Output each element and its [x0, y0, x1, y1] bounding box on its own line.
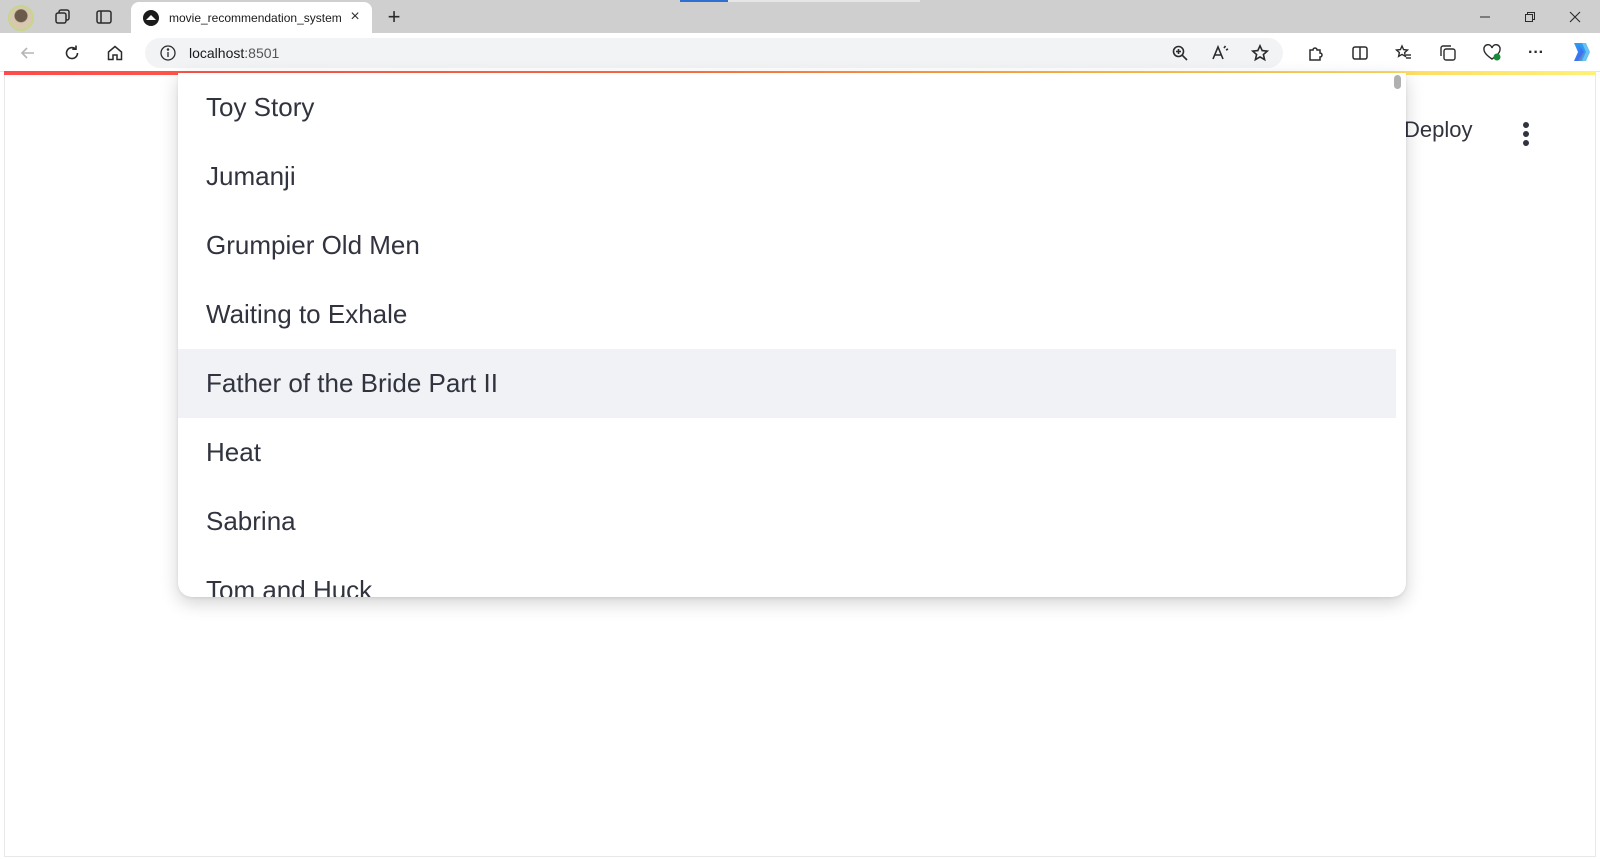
active-tab[interactable]: movie_recommendation_system ×: [131, 2, 372, 33]
close-window-icon[interactable]: [1553, 2, 1597, 32]
tab-strip-accent: [680, 0, 728, 2]
home-icon[interactable]: [103, 41, 127, 65]
reload-icon[interactable]: [60, 41, 84, 65]
browser-essentials-icon[interactable]: [1480, 41, 1504, 65]
dropdown-option[interactable]: Toy Story: [178, 73, 1396, 142]
dropdown-option[interactable]: Waiting to Exhale: [178, 280, 1396, 349]
tab-actions-icon[interactable]: [91, 5, 117, 29]
tab-strip-accent-light: [728, 0, 920, 2]
favorite-star-icon[interactable]: [1249, 42, 1271, 64]
site-info-icon[interactable]: [159, 44, 177, 62]
browser-tab-bar: movie_recommendation_system × +: [0, 0, 1600, 33]
menu-dot: [1523, 140, 1529, 146]
collections-icon[interactable]: [1436, 41, 1460, 65]
profile-avatar[interactable]: [8, 5, 34, 31]
dropdown-option[interactable]: Heat: [178, 418, 1396, 487]
address-bar[interactable]: localhost:8501: [145, 38, 1283, 68]
movie-select-dropdown[interactable]: Toy Story Jumanji Grumpier Old Men Waiti…: [178, 73, 1406, 597]
main-menu-icon[interactable]: [1518, 120, 1534, 148]
address-bar-actions: [1169, 42, 1271, 64]
dropdown-option-highlighted[interactable]: Father of the Bride Part II: [178, 349, 1396, 418]
tab-close-icon[interactable]: ×: [346, 8, 364, 26]
tab-title: movie_recommendation_system: [169, 10, 341, 25]
extensions-icon[interactable]: [1304, 41, 1328, 65]
url-host: localhost: [189, 45, 245, 61]
read-aloud-icon[interactable]: [1209, 42, 1231, 64]
minimize-icon[interactable]: [1463, 2, 1507, 32]
deploy-button[interactable]: Deploy: [1404, 117, 1472, 143]
streamlit-favicon-icon: [143, 9, 159, 26]
favorites-icon[interactable]: [1392, 41, 1416, 65]
dropdown-scrollbar[interactable]: [1394, 75, 1401, 89]
menu-dot: [1523, 122, 1529, 128]
dropdown-option[interactable]: Grumpier Old Men: [178, 211, 1396, 280]
url-port: :8501: [244, 45, 280, 61]
copilot-icon[interactable]: [1566, 38, 1594, 66]
new-tab-button[interactable]: +: [380, 3, 408, 31]
dropdown-option[interactable]: Jumanji: [178, 142, 1396, 211]
menu-dot: [1523, 131, 1529, 137]
back-icon[interactable]: [16, 41, 40, 65]
url-text[interactable]: localhost:8501: [189, 45, 279, 61]
restore-icon[interactable]: [1508, 2, 1552, 32]
dropdown-option[interactable]: Sabrina: [178, 487, 1396, 556]
split-screen-icon[interactable]: [1348, 41, 1372, 65]
zoom-icon[interactable]: [1169, 42, 1191, 64]
more-options-icon[interactable]: ···: [1524, 41, 1548, 65]
dropdown-option[interactable]: Tom and Huck: [178, 556, 1396, 597]
workspaces-icon[interactable]: [50, 5, 76, 29]
browser-toolbar: localhost:8501 ···: [0, 33, 1600, 72]
